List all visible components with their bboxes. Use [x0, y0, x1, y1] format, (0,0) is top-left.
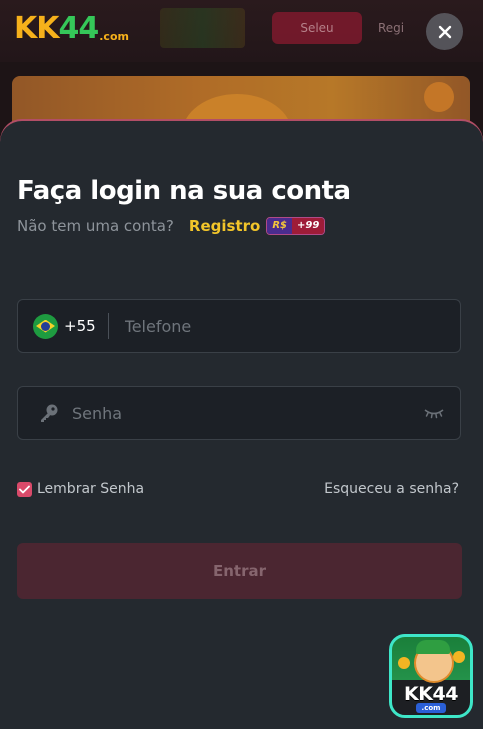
header-button-blurred: Seleu — [272, 12, 362, 44]
country-code[interactable]: +55 — [64, 317, 96, 335]
coin-icon — [398, 657, 410, 669]
banner-coin — [424, 82, 454, 112]
eye-closed-icon[interactable] — [424, 406, 444, 420]
logo-suffix: .com — [99, 30, 129, 43]
app-download-badge[interactable]: KK44 .com — [389, 634, 473, 718]
bonus-currency: R$ — [267, 218, 292, 234]
key-icon — [38, 402, 60, 424]
site-logo[interactable]: KK 44 .com — [14, 10, 129, 46]
bonus-amount: +99 — [291, 218, 325, 234]
password-field[interactable] — [17, 386, 461, 440]
mascot-cap — [416, 640, 450, 654]
close-button[interactable] — [426, 13, 463, 50]
remember-password[interactable]: Lembrar Senha — [17, 481, 144, 497]
password-input[interactable] — [70, 386, 424, 440]
register-link[interactable]: Registro — [189, 217, 260, 235]
modal-title: Faça login na sua conta — [17, 176, 351, 206]
logo-44: 44 — [58, 11, 100, 46]
coin-icon — [453, 651, 465, 663]
check-icon — [19, 485, 30, 493]
brazil-flag-icon[interactable] — [33, 313, 58, 339]
phone-field[interactable]: +55 — [17, 299, 461, 353]
bonus-badge: R$ +99 — [266, 217, 326, 235]
app-badge-suffix: .com — [416, 703, 446, 713]
field-divider — [107, 313, 109, 339]
forgot-password-link[interactable]: Esqueceu a senha? — [324, 481, 459, 497]
remember-label: Lembrar Senha — [37, 481, 145, 497]
login-button[interactable]: Entrar — [17, 543, 462, 599]
remember-checkbox[interactable] — [17, 481, 32, 497]
register-prompt: Não tem uma conta? Registro R$ +99 — [17, 217, 326, 235]
close-icon — [438, 25, 451, 38]
background-header: KK 44 .com Seleu Regi — [0, 0, 483, 62]
header-decoration — [160, 8, 245, 48]
no-account-text: Não tem uma conta? — [17, 217, 174, 235]
app-badge-label: KK44 — [404, 683, 458, 705]
phone-input[interactable] — [122, 299, 460, 353]
logo-kk: KK — [14, 11, 59, 46]
